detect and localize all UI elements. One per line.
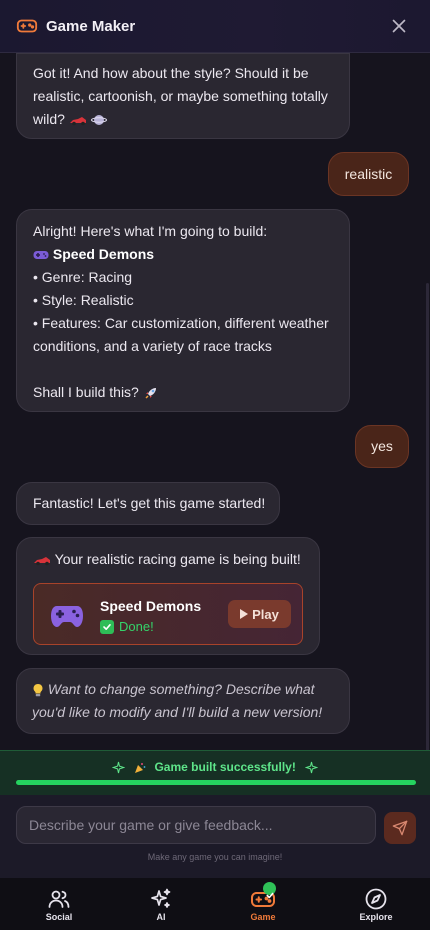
message-text: yes xyxy=(371,438,393,454)
send-icon xyxy=(392,820,408,836)
assistant-message-modify-hint: Want to change something? Describe what … xyxy=(16,668,350,734)
message-text: • Features: Car customization, different… xyxy=(33,315,329,331)
nav-label: Explore xyxy=(359,912,393,922)
play-icon xyxy=(240,609,249,619)
nav-item-explore[interactable]: Explore xyxy=(322,878,430,930)
message-text: Your realistic racing game is being buil… xyxy=(54,551,301,567)
assistant-message-started: Fantastic! Let's get this game started! xyxy=(16,482,280,525)
race-car-icon xyxy=(69,117,86,126)
message-text: you'd like to modify and I'll build a ne… xyxy=(32,704,323,720)
play-label: Play xyxy=(252,606,279,622)
nav-item-ai[interactable]: AI xyxy=(118,878,204,930)
nav-item-game[interactable]: Game xyxy=(204,878,322,930)
close-icon[interactable] xyxy=(388,15,410,37)
build-progress-bar xyxy=(16,780,416,785)
input-placeholder: Describe your game or give feedback... xyxy=(29,817,273,833)
message-text: realistic xyxy=(344,165,393,182)
message-text: • Genre: Racing xyxy=(33,269,133,285)
user-message-realistic: realistic xyxy=(328,152,409,196)
gamepad-emoji-icon xyxy=(33,251,49,260)
sparkles-icon xyxy=(111,762,126,774)
message-text: Fantastic! Let's get this game started! xyxy=(33,495,266,511)
check-icon xyxy=(100,619,114,634)
assistant-message-style-question: Got it! And how about the style? Should … xyxy=(16,53,350,139)
planet-icon xyxy=(90,115,107,126)
sparkles-icon xyxy=(304,762,319,774)
game-name: Speed Demons xyxy=(52,246,155,262)
message-text: wild? xyxy=(33,111,69,127)
message-text: Alright! Here's what I'm going to build: xyxy=(33,223,268,239)
feedback-input[interactable]: Describe your game or give feedback... xyxy=(16,806,376,844)
compass-icon xyxy=(365,888,387,910)
race-car-icon xyxy=(34,557,50,566)
nav-label: Game xyxy=(250,912,276,922)
success-text: Game built successfully! xyxy=(154,760,296,774)
play-button[interactable]: Play xyxy=(228,600,291,628)
chat-area[interactable]: Got it! And how about the style? Should … xyxy=(0,53,430,750)
game-card-status: Done! xyxy=(100,618,154,635)
assistant-message-build-plan: Alright! Here's what I'm going to build:… xyxy=(16,209,350,412)
nav-item-social[interactable]: Social xyxy=(0,878,118,930)
nav-label: AI xyxy=(156,912,166,922)
input-hint: Make any game you can imagine! xyxy=(147,852,283,862)
send-button[interactable] xyxy=(384,812,416,844)
people-icon xyxy=(48,890,70,908)
gamepad-emoji-icon xyxy=(51,606,83,627)
nav-label: Social xyxy=(45,912,73,922)
party-popper-icon xyxy=(135,762,146,773)
lightbulb-icon xyxy=(33,684,43,697)
sparkles-icon xyxy=(151,888,171,908)
message-text: Got it! And how about the style? Should … xyxy=(33,65,309,81)
message-text: Want to change something? Describe what xyxy=(47,681,315,697)
check-badge-icon xyxy=(263,882,276,899)
gamepad-icon xyxy=(16,19,38,33)
message-text: conditions, and a variety of race tracks xyxy=(33,338,272,354)
assistant-message-building: Your realistic racing game is being buil… xyxy=(16,537,320,655)
game-card-title: Speed Demons xyxy=(100,598,202,614)
success-banner: Game built successfully! xyxy=(0,750,430,795)
message-text: Shall I build this? xyxy=(33,384,143,400)
chat-scrollbar[interactable] xyxy=(426,283,429,750)
user-message-yes: yes xyxy=(355,425,409,468)
message-text: • Style: Realistic xyxy=(33,292,134,308)
rocket-icon xyxy=(145,388,156,399)
bottom-nav: Social AI Game Explore xyxy=(0,878,430,930)
message-text: realistic, cartoonish, or maybe somethin… xyxy=(33,88,328,104)
app-title: Game Maker xyxy=(46,17,136,35)
success-text-row: Game built successfully! xyxy=(0,760,430,774)
app-header: Game Maker xyxy=(0,0,430,53)
input-area: Describe your game or give feedback... M… xyxy=(0,795,430,878)
game-card[interactable]: Speed Demons Done! Play xyxy=(33,583,303,645)
status-text: Done! xyxy=(119,619,154,634)
